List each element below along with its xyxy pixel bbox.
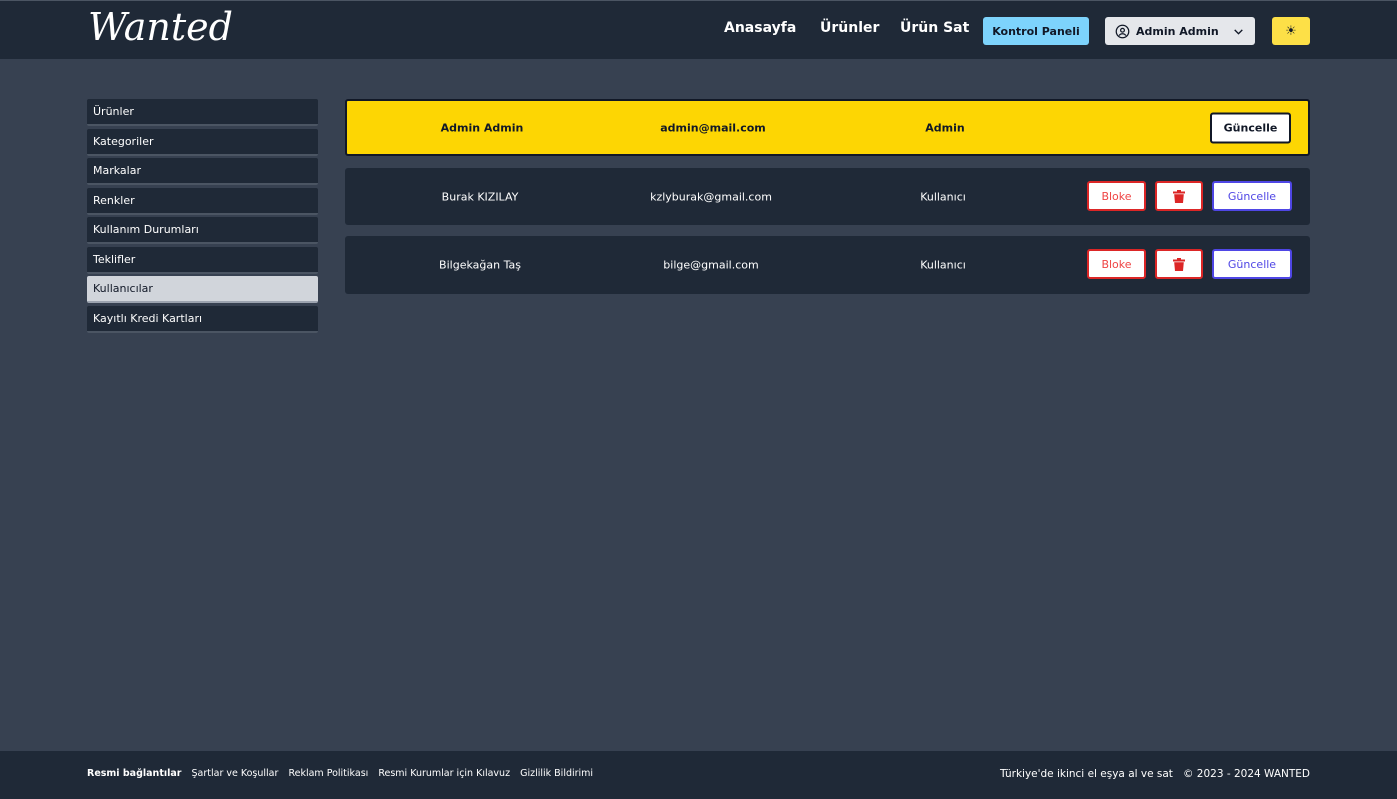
update-button[interactable]: Güncelle xyxy=(1212,181,1292,211)
user-email: admin@mail.com xyxy=(660,121,766,134)
footer-link-privacy[interactable]: Gizlilik Bildirimi xyxy=(520,768,593,779)
nav-sell[interactable]: Ürün Sat xyxy=(900,20,969,36)
control-panel-button[interactable]: Kontrol Paneli xyxy=(983,17,1089,45)
table-row: Bilgekağan Taş bilge@gmail.com Kullanıcı… xyxy=(345,236,1310,294)
sidebar-item-products[interactable]: Ürünler xyxy=(87,99,318,126)
footer-links: Resmi bağlantılar Şartlar ve Koşullar Re… xyxy=(87,768,600,779)
nav-home[interactable]: Anasayfa xyxy=(724,20,796,36)
block-button[interactable]: Bloke xyxy=(1087,181,1146,211)
sidebar-item-conditions[interactable]: Kullanım Durumları xyxy=(87,217,318,244)
user-role: Kullanıcı xyxy=(920,190,966,203)
sidebar-item-users[interactable]: Kullanıcılar xyxy=(87,276,318,303)
user-name: Admin Admin xyxy=(440,121,524,134)
block-button[interactable]: Bloke xyxy=(1087,249,1146,279)
top-header: Wanted Anasayfa Ürünler Ürün Sat Kontrol… xyxy=(0,0,1397,59)
sidebar-item-colors[interactable]: Renkler xyxy=(87,187,318,215)
sidebar-item-saved-cards[interactable]: Kayıtlı Kredi Kartları xyxy=(87,305,318,333)
user-name: Burak KIZILAY xyxy=(441,190,519,203)
update-button[interactable]: Güncelle xyxy=(1210,112,1291,143)
update-button[interactable]: Güncelle xyxy=(1212,249,1292,279)
nav-products[interactable]: Ürünler xyxy=(820,20,879,36)
user-menu-label: Admin Admin xyxy=(1136,24,1219,38)
theme-toggle-button[interactable]: ☀ xyxy=(1272,17,1310,45)
user-role: Kullanıcı xyxy=(920,258,966,272)
table-row: Burak KIZILAY kzlyburak@gmail.com Kullan… xyxy=(345,168,1310,225)
footer-link-authorities-guide[interactable]: Resmi Kurumlar için Kılavuz xyxy=(378,768,510,779)
user-role: Admin xyxy=(925,121,965,134)
admin-sidebar: Ürünler Kategoriler Markalar Renkler Kul… xyxy=(87,99,318,335)
user-email: kzlyburak@gmail.com xyxy=(650,190,772,203)
admin-user-row: Admin Admin admin@mail.com Admin Güncell… xyxy=(345,99,1310,156)
footer-copyright: Türkiye'de ikinci el eşya al ve sat © 20… xyxy=(1000,768,1310,780)
footer-link-terms[interactable]: Şartlar ve Koşullar xyxy=(192,768,279,779)
chevron-down-icon xyxy=(1234,28,1243,35)
footer: Resmi bağlantılar Şartlar ve Koşullar Re… xyxy=(0,751,1397,799)
trash-icon xyxy=(1173,189,1185,203)
sun-icon: ☀ xyxy=(1285,23,1297,39)
delete-button[interactable] xyxy=(1155,181,1203,211)
user-menu[interactable]: Admin Admin xyxy=(1105,17,1255,45)
user-circle-icon xyxy=(1115,24,1130,38)
footer-tagline: Türkiye'de ikinci el eşya al ve sat xyxy=(1000,768,1173,780)
delete-button[interactable] xyxy=(1155,249,1203,279)
footer-links-title: Resmi bağlantılar xyxy=(87,768,182,779)
trash-icon xyxy=(1173,257,1185,271)
user-name: Bilgekağan Taş xyxy=(439,258,521,272)
sidebar-item-brands[interactable]: Markalar xyxy=(87,158,318,185)
user-email: bilge@gmail.com xyxy=(663,258,759,272)
sidebar-item-offers[interactable]: Teklifler xyxy=(87,246,318,274)
sidebar-item-categories[interactable]: Kategoriler xyxy=(87,128,318,156)
copyright-text: © 2023 - 2024 WANTED xyxy=(1182,768,1310,780)
logo[interactable]: Wanted xyxy=(88,5,233,49)
footer-link-ads-policy[interactable]: Reklam Politikası xyxy=(288,768,368,779)
